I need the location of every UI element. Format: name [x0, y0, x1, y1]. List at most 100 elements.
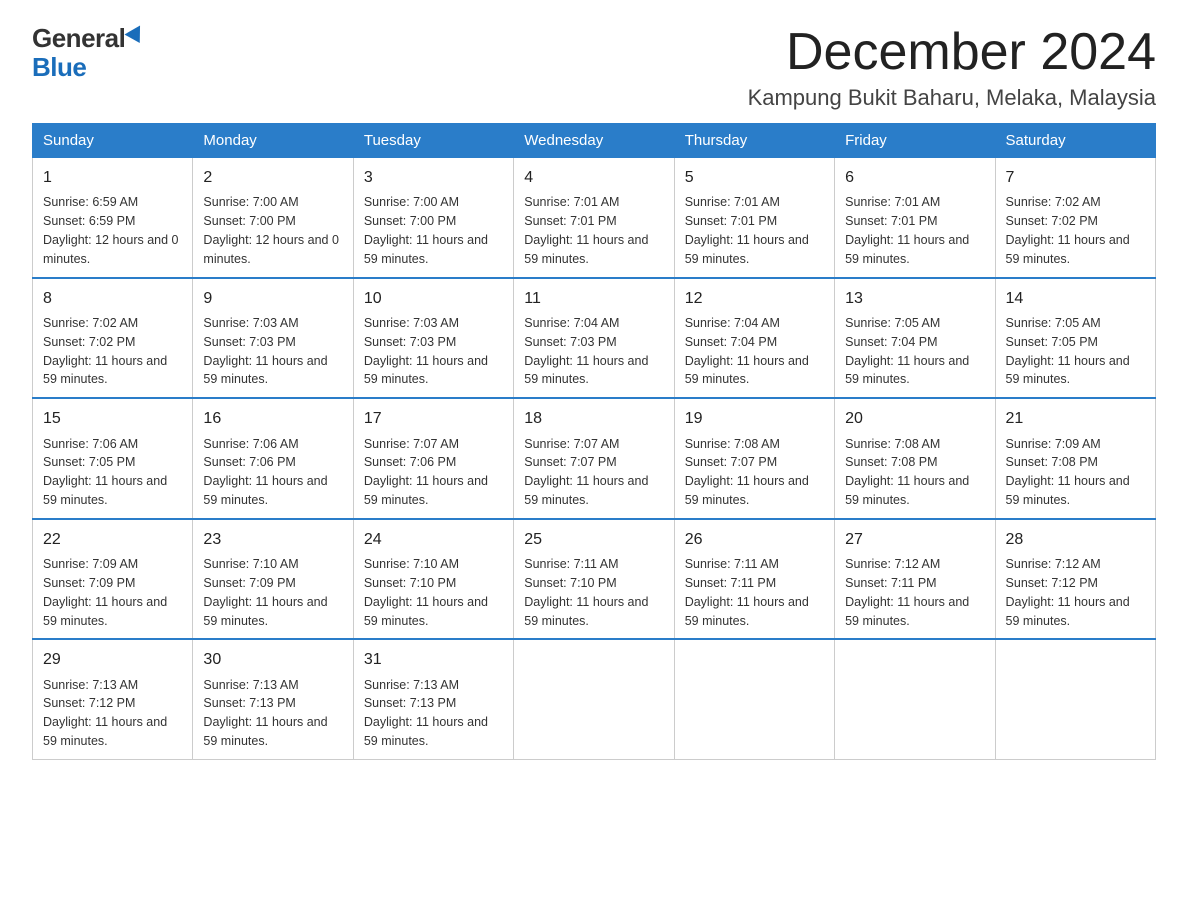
- calendar-cell: 22 Sunrise: 7:09 AMSunset: 7:09 PMDaylig…: [33, 519, 193, 640]
- calendar-cell: 11 Sunrise: 7:04 AMSunset: 7:03 PMDaylig…: [514, 278, 674, 399]
- day-number: 2: [203, 166, 342, 189]
- day-info: Sunrise: 7:05 AMSunset: 7:04 PMDaylight:…: [845, 316, 969, 387]
- calendar-cell: [674, 639, 834, 759]
- calendar-cell: [514, 639, 674, 759]
- calendar-cell: 13 Sunrise: 7:05 AMSunset: 7:04 PMDaylig…: [835, 278, 995, 399]
- calendar-cell: 31 Sunrise: 7:13 AMSunset: 7:13 PMDaylig…: [353, 639, 513, 759]
- calendar-cell: 21 Sunrise: 7:09 AMSunset: 7:08 PMDaylig…: [995, 398, 1155, 519]
- day-info: Sunrise: 7:03 AMSunset: 7:03 PMDaylight:…: [364, 316, 488, 387]
- calendar-cell: 28 Sunrise: 7:12 AMSunset: 7:12 PMDaylig…: [995, 519, 1155, 640]
- weekday-header-monday: Monday: [193, 124, 353, 158]
- day-number: 26: [685, 528, 824, 551]
- week-row-4: 22 Sunrise: 7:09 AMSunset: 7:09 PMDaylig…: [33, 519, 1156, 640]
- day-info: Sunrise: 7:09 AMSunset: 7:08 PMDaylight:…: [1006, 437, 1130, 508]
- logo-triangle-icon: [125, 25, 148, 47]
- weekday-header-saturday: Saturday: [995, 124, 1155, 158]
- day-number: 29: [43, 648, 182, 671]
- day-number: 19: [685, 407, 824, 430]
- day-info: Sunrise: 7:13 AMSunset: 7:12 PMDaylight:…: [43, 678, 167, 749]
- logo-general: General: [32, 24, 125, 53]
- day-info: Sunrise: 7:03 AMSunset: 7:03 PMDaylight:…: [203, 316, 327, 387]
- weekday-header-friday: Friday: [835, 124, 995, 158]
- calendar-cell: 14 Sunrise: 7:05 AMSunset: 7:05 PMDaylig…: [995, 278, 1155, 399]
- day-number: 17: [364, 407, 503, 430]
- calendar-cell: [995, 639, 1155, 759]
- day-number: 31: [364, 648, 503, 671]
- calendar-cell: 18 Sunrise: 7:07 AMSunset: 7:07 PMDaylig…: [514, 398, 674, 519]
- calendar-cell: 12 Sunrise: 7:04 AMSunset: 7:04 PMDaylig…: [674, 278, 834, 399]
- calendar-cell: 23 Sunrise: 7:10 AMSunset: 7:09 PMDaylig…: [193, 519, 353, 640]
- calendar-table: SundayMondayTuesdayWednesdayThursdayFrid…: [32, 123, 1156, 760]
- day-info: Sunrise: 7:00 AMSunset: 7:00 PMDaylight:…: [203, 195, 339, 266]
- title-section: December 2024 Kampung Bukit Baharu, Mela…: [748, 24, 1156, 111]
- day-info: Sunrise: 7:07 AMSunset: 7:07 PMDaylight:…: [524, 437, 648, 508]
- day-number: 18: [524, 407, 663, 430]
- day-number: 7: [1006, 166, 1145, 189]
- calendar-cell: 1 Sunrise: 6:59 AMSunset: 6:59 PMDayligh…: [33, 158, 193, 278]
- page-header: General Blue December 2024 Kampung Bukit…: [32, 24, 1156, 111]
- day-number: 21: [1006, 407, 1145, 430]
- day-number: 1: [43, 166, 182, 189]
- day-info: Sunrise: 7:11 AMSunset: 7:10 PMDaylight:…: [524, 557, 648, 628]
- week-row-2: 8 Sunrise: 7:02 AMSunset: 7:02 PMDayligh…: [33, 278, 1156, 399]
- day-number: 8: [43, 287, 182, 310]
- day-number: 30: [203, 648, 342, 671]
- calendar-cell: 5 Sunrise: 7:01 AMSunset: 7:01 PMDayligh…: [674, 158, 834, 278]
- weekday-header-tuesday: Tuesday: [353, 124, 513, 158]
- calendar-cell: 3 Sunrise: 7:00 AMSunset: 7:00 PMDayligh…: [353, 158, 513, 278]
- calendar-cell: 24 Sunrise: 7:10 AMSunset: 7:10 PMDaylig…: [353, 519, 513, 640]
- logo: General Blue: [32, 24, 145, 81]
- day-info: Sunrise: 7:01 AMSunset: 7:01 PMDaylight:…: [685, 195, 809, 266]
- day-info: Sunrise: 7:09 AMSunset: 7:09 PMDaylight:…: [43, 557, 167, 628]
- week-row-3: 15 Sunrise: 7:06 AMSunset: 7:05 PMDaylig…: [33, 398, 1156, 519]
- day-info: Sunrise: 7:11 AMSunset: 7:11 PMDaylight:…: [685, 557, 809, 628]
- day-info: Sunrise: 7:10 AMSunset: 7:10 PMDaylight:…: [364, 557, 488, 628]
- day-info: Sunrise: 7:01 AMSunset: 7:01 PMDaylight:…: [524, 195, 648, 266]
- day-info: Sunrise: 7:01 AMSunset: 7:01 PMDaylight:…: [845, 195, 969, 266]
- day-info: Sunrise: 7:13 AMSunset: 7:13 PMDaylight:…: [203, 678, 327, 749]
- calendar-cell: 25 Sunrise: 7:11 AMSunset: 7:10 PMDaylig…: [514, 519, 674, 640]
- day-info: Sunrise: 7:12 AMSunset: 7:11 PMDaylight:…: [845, 557, 969, 628]
- day-info: Sunrise: 7:05 AMSunset: 7:05 PMDaylight:…: [1006, 316, 1130, 387]
- day-number: 5: [685, 166, 824, 189]
- day-info: Sunrise: 7:12 AMSunset: 7:12 PMDaylight:…: [1006, 557, 1130, 628]
- day-number: 22: [43, 528, 182, 551]
- day-info: Sunrise: 7:00 AMSunset: 7:00 PMDaylight:…: [364, 195, 488, 266]
- calendar-cell: 10 Sunrise: 7:03 AMSunset: 7:03 PMDaylig…: [353, 278, 513, 399]
- day-number: 12: [685, 287, 824, 310]
- calendar-cell: 17 Sunrise: 7:07 AMSunset: 7:06 PMDaylig…: [353, 398, 513, 519]
- calendar-cell: 19 Sunrise: 7:08 AMSunset: 7:07 PMDaylig…: [674, 398, 834, 519]
- day-number: 13: [845, 287, 984, 310]
- day-number: 6: [845, 166, 984, 189]
- calendar-cell: 4 Sunrise: 7:01 AMSunset: 7:01 PMDayligh…: [514, 158, 674, 278]
- day-info: Sunrise: 7:04 AMSunset: 7:03 PMDaylight:…: [524, 316, 648, 387]
- calendar-cell: 29 Sunrise: 7:13 AMSunset: 7:12 PMDaylig…: [33, 639, 193, 759]
- day-number: 25: [524, 528, 663, 551]
- calendar-cell: 2 Sunrise: 7:00 AMSunset: 7:00 PMDayligh…: [193, 158, 353, 278]
- day-info: Sunrise: 7:06 AMSunset: 7:05 PMDaylight:…: [43, 437, 167, 508]
- month-title: December 2024: [748, 24, 1156, 81]
- calendar-cell: 7 Sunrise: 7:02 AMSunset: 7:02 PMDayligh…: [995, 158, 1155, 278]
- day-number: 3: [364, 166, 503, 189]
- week-row-1: 1 Sunrise: 6:59 AMSunset: 6:59 PMDayligh…: [33, 158, 1156, 278]
- calendar-cell: 30 Sunrise: 7:13 AMSunset: 7:13 PMDaylig…: [193, 639, 353, 759]
- calendar-cell: 9 Sunrise: 7:03 AMSunset: 7:03 PMDayligh…: [193, 278, 353, 399]
- day-number: 11: [524, 287, 663, 310]
- day-info: Sunrise: 6:59 AMSunset: 6:59 PMDaylight:…: [43, 195, 179, 266]
- location-title: Kampung Bukit Baharu, Melaka, Malaysia: [748, 85, 1156, 111]
- week-row-5: 29 Sunrise: 7:13 AMSunset: 7:12 PMDaylig…: [33, 639, 1156, 759]
- day-info: Sunrise: 7:08 AMSunset: 7:08 PMDaylight:…: [845, 437, 969, 508]
- day-info: Sunrise: 7:07 AMSunset: 7:06 PMDaylight:…: [364, 437, 488, 508]
- calendar-cell: 20 Sunrise: 7:08 AMSunset: 7:08 PMDaylig…: [835, 398, 995, 519]
- day-number: 23: [203, 528, 342, 551]
- day-number: 24: [364, 528, 503, 551]
- day-number: 28: [1006, 528, 1145, 551]
- day-info: Sunrise: 7:08 AMSunset: 7:07 PMDaylight:…: [685, 437, 809, 508]
- weekday-header-wednesday: Wednesday: [514, 124, 674, 158]
- day-number: 16: [203, 407, 342, 430]
- calendar-cell: [835, 639, 995, 759]
- day-number: 4: [524, 166, 663, 189]
- calendar-cell: 8 Sunrise: 7:02 AMSunset: 7:02 PMDayligh…: [33, 278, 193, 399]
- calendar-cell: 26 Sunrise: 7:11 AMSunset: 7:11 PMDaylig…: [674, 519, 834, 640]
- calendar-cell: 27 Sunrise: 7:12 AMSunset: 7:11 PMDaylig…: [835, 519, 995, 640]
